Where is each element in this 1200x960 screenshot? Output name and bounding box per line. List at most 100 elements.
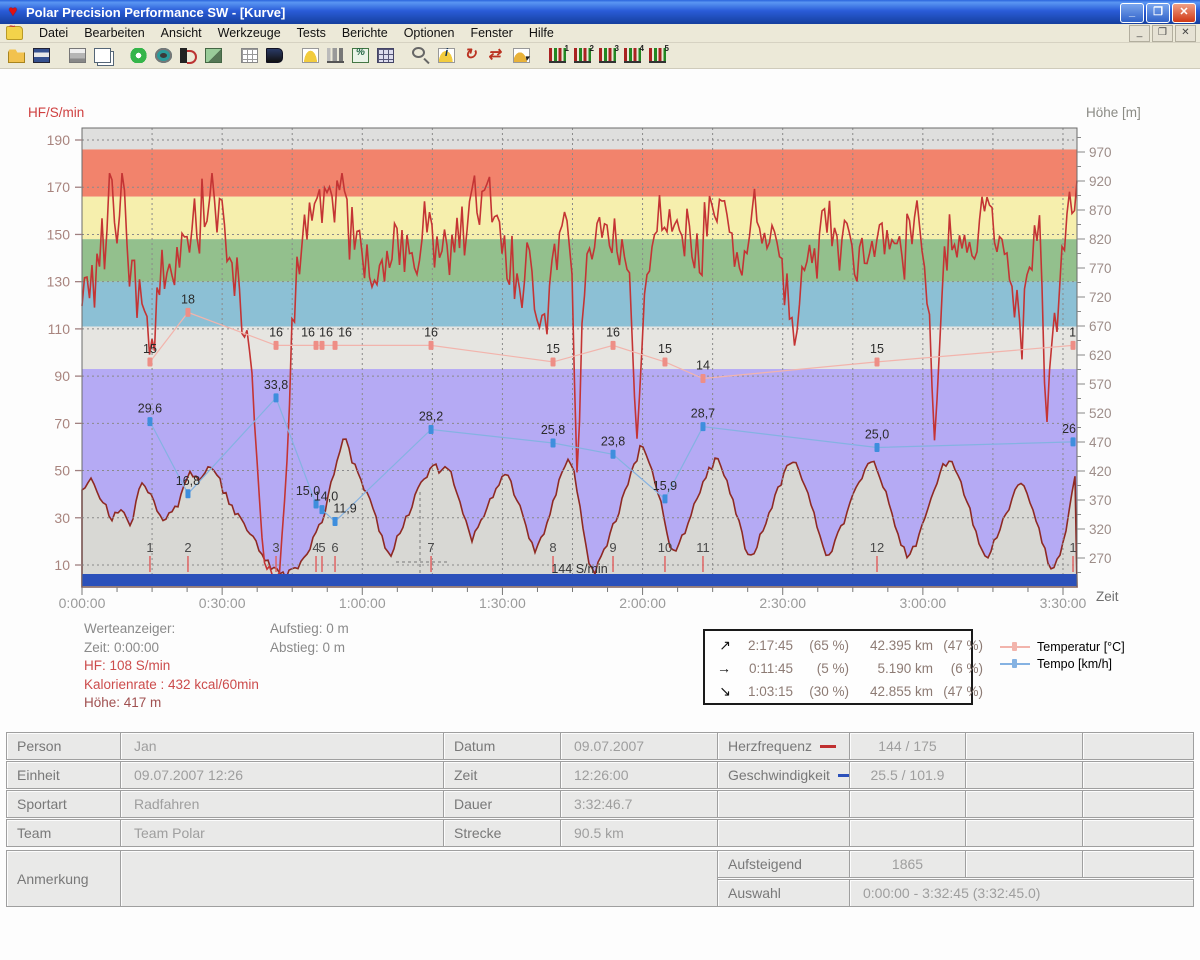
print-icon[interactable]	[66, 45, 89, 66]
save-icon[interactable]	[30, 45, 53, 66]
diary-book-icon[interactable]	[263, 45, 286, 66]
bars-view-icon[interactable]	[324, 45, 347, 66]
svg-text:3:00:00: 3:00:00	[899, 595, 946, 611]
table-cell-empty	[1082, 761, 1194, 789]
child-restore-button[interactable]: ❐	[1152, 25, 1173, 42]
svg-text:Höhe [m]: Höhe [m]	[1086, 105, 1141, 120]
table-view-icon[interactable]	[374, 45, 397, 66]
child-close-button[interactable]: ✕	[1175, 25, 1196, 42]
table-value-sportart: Radfahren	[120, 790, 444, 818]
svg-text:1:00:00: 1:00:00	[339, 595, 386, 611]
svg-text:470: 470	[1089, 435, 1112, 450]
table-value-team: Team Polar	[120, 819, 444, 847]
svg-text:970: 970	[1089, 145, 1112, 160]
menu-item-tests[interactable]: Tests	[289, 25, 334, 41]
svg-text:770: 770	[1089, 261, 1112, 276]
series-legend: Temperatur [°C]Tempo [km/h]	[1000, 638, 1125, 672]
exercise-4-icon[interactable]: 4	[621, 45, 644, 66]
climb-summary-row: ↗2:17:45(65 %)42.395 km(47 %)	[713, 634, 963, 657]
exercise-1-icon[interactable]: 1	[546, 45, 569, 66]
svg-text:920: 920	[1089, 174, 1112, 189]
cycle-compare-icon[interactable]	[460, 45, 483, 66]
svg-text:130: 130	[47, 274, 71, 290]
svg-text:190: 190	[47, 132, 71, 148]
toolbar: 12345	[0, 43, 1200, 69]
table-value-herzfrequenz: 144 / 175	[849, 732, 966, 760]
svg-text:320: 320	[1089, 522, 1112, 537]
zoom-1to1-icon[interactable]	[410, 45, 433, 66]
svg-text:50: 50	[54, 463, 70, 479]
svg-text:520: 520	[1089, 406, 1112, 421]
table-value-empty	[849, 790, 966, 818]
menu-item-hilfe[interactable]: Hilfe	[521, 25, 562, 41]
child-minimize-button[interactable]: _	[1129, 25, 1150, 42]
chart-plot-area[interactable]	[82, 128, 1077, 587]
menu-item-bearbeiten[interactable]: Bearbeiten	[76, 25, 152, 41]
svg-text:30: 30	[54, 510, 70, 526]
curve-export-icon[interactable]	[510, 45, 533, 66]
svg-text:370: 370	[1089, 493, 1112, 508]
minimize-button[interactable]: _	[1120, 3, 1144, 23]
svg-text:110: 110	[48, 321, 71, 337]
info-line: Werteanzeiger:	[84, 621, 175, 636]
svg-text:870: 870	[1089, 203, 1112, 218]
svg-text:Zeit: Zeit	[1096, 589, 1119, 604]
table-cell-empty	[965, 732, 1083, 760]
svg-text:HF/S/min: HF/S/min	[28, 105, 84, 120]
swap-icon[interactable]	[485, 45, 508, 66]
table-label-anmerkung: Anmerkung	[6, 850, 121, 907]
table-label-auswahl: Auswahl	[717, 879, 850, 907]
series-color-dash-icon	[820, 745, 836, 748]
restore-button[interactable]: ❐	[1146, 3, 1170, 23]
exercise-5-icon[interactable]: 5	[646, 45, 669, 66]
menu-items: DateiBearbeitenAnsichtWerkzeugeTestsBeri…	[31, 25, 562, 41]
watch-icon[interactable]	[152, 45, 175, 66]
svg-text:10: 10	[54, 557, 70, 573]
remote-icon[interactable]	[202, 45, 225, 66]
table-label-dauer: Dauer	[443, 790, 561, 818]
percent-chart-icon[interactable]	[349, 45, 372, 66]
table-label-strecke: Strecke	[443, 819, 561, 847]
document-icon[interactable]	[6, 26, 23, 40]
table-label-aufsteigend: Aufsteigend	[717, 850, 850, 878]
table-cell-empty	[1082, 732, 1194, 760]
curve-view-icon[interactable]	[299, 45, 322, 66]
svg-text:820: 820	[1089, 232, 1112, 247]
svg-text:270: 270	[1089, 551, 1112, 566]
polar-heart-icon: ♥	[4, 3, 22, 21]
open-icon[interactable]	[5, 45, 28, 66]
menu-item-optionen[interactable]: Optionen	[396, 25, 463, 41]
menu-item-ansicht[interactable]: Ansicht	[153, 25, 210, 41]
table-cell-empty	[1082, 790, 1194, 818]
sonic-link-icon[interactable]	[177, 45, 200, 66]
table-label-team: Team	[6, 819, 121, 847]
menu-item-berichte[interactable]: Berichte	[334, 25, 396, 41]
table-value-strecke: 90.5 km	[560, 819, 718, 847]
table-label-einheit: Einheit	[6, 761, 121, 789]
series-color-dash-icon	[838, 774, 849, 777]
exercise-3-icon[interactable]: 3	[596, 45, 619, 66]
table-label-datum: Datum	[443, 732, 561, 760]
table-label-sportart: Sportart	[6, 790, 121, 818]
info-curve-icon[interactable]	[435, 45, 458, 66]
copy-icon[interactable]	[91, 45, 114, 66]
climb-summary-box: ↗2:17:45(65 %)42.395 km(47 %)→0:11:45(5 …	[703, 629, 973, 705]
menu-bar: DateiBearbeitenAnsichtWerkzeugeTestsBeri…	[0, 24, 1200, 43]
exercise-2-icon[interactable]: 2	[571, 45, 594, 66]
transfer-icon[interactable]	[127, 45, 150, 66]
training-curve-chart: 1529,61816,81633,81615,01614,01611,91628…	[0, 95, 1200, 620]
info-line: Abstieg: 0 m	[270, 640, 345, 655]
svg-text:150: 150	[47, 226, 71, 242]
menu-item-werkzeuge[interactable]: Werkzeuge	[210, 25, 289, 41]
legend-marker-icon	[1000, 663, 1030, 665]
info-line: Höhe: 417 m	[84, 695, 161, 710]
table-value-dauer: 3:32:46.7	[560, 790, 718, 818]
table-label-geschwindigkeit: Geschwindigkeit	[717, 761, 850, 789]
calendar-icon[interactable]	[238, 45, 261, 66]
svg-text:720: 720	[1089, 290, 1112, 305]
close-button[interactable]: ✕	[1172, 3, 1196, 23]
menu-item-fenster[interactable]: Fenster	[462, 25, 520, 41]
menu-item-datei[interactable]: Datei	[31, 25, 76, 41]
table-value-anmerkung[interactable]	[120, 850, 718, 907]
info-line: Zeit: 0:00:00	[84, 640, 159, 655]
